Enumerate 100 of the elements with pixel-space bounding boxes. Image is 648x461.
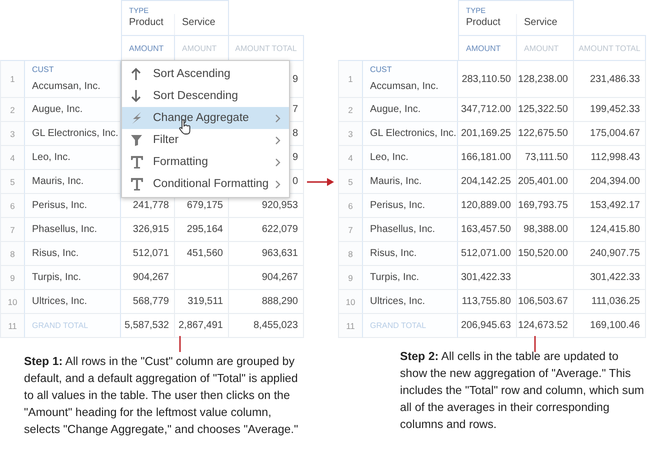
table-cell: 568,779	[121, 290, 175, 314]
table-cell: Turpis, Inc.	[362, 266, 458, 290]
table-cell: 5,587,532	[121, 314, 175, 338]
table-cell: 205,401.00	[517, 170, 574, 194]
row-number: 4	[0, 146, 24, 170]
table-cell: 169,793.75	[517, 194, 574, 218]
table-cell: 347,712.00	[458, 98, 517, 122]
row-number: 8	[0, 242, 24, 266]
row-number: 7	[0, 218, 24, 242]
table-cell: 113,755.80	[458, 290, 517, 314]
table-cell: Risus, Inc.	[24, 242, 121, 266]
row-number: 2	[338, 98, 362, 122]
table-cell: 169,100.46	[574, 314, 646, 338]
row-number: 5	[0, 170, 24, 194]
table-cell: 319,511	[175, 290, 229, 314]
table-cell: 512,071	[121, 242, 175, 266]
customer-name: Accumsan, Inc.	[32, 81, 100, 92]
table-cell: 301,422.33	[458, 266, 517, 290]
table-cell: 73,111.50	[517, 146, 574, 170]
table-cell: 150,520.00	[517, 242, 574, 266]
table-cell: Perisus, Inc.	[24, 194, 121, 218]
row-group-label: CUST	[370, 65, 392, 74]
customer-name: Accumsan, Inc.	[370, 81, 438, 92]
table-cell: Ultrices, Inc.	[362, 290, 458, 314]
arrow	[307, 177, 335, 187]
table-cell: 106,503.67	[517, 290, 574, 314]
row-number: 1	[338, 60, 362, 98]
table-cell: 199,452.33	[574, 98, 646, 122]
table-cell: 301,422.33	[574, 266, 646, 290]
table-cell: 904,267	[229, 266, 304, 290]
row-number: 8	[338, 242, 362, 266]
row-number: 6	[0, 194, 24, 218]
table-cell: 326,915	[121, 218, 175, 242]
table-cell: Risus, Inc.	[362, 242, 458, 266]
table-cell: Ultrices, Inc.	[24, 290, 121, 314]
table-cell: 2,867,491	[175, 314, 229, 338]
table-cell: 122,675.50	[517, 122, 574, 146]
table-cell: 153,492.17	[574, 194, 646, 218]
table-cell: 175,004.67	[574, 122, 646, 146]
column-header[interactable]: AMOUNT	[458, 35, 517, 60]
table-cell: 125,322.50	[517, 98, 574, 122]
table-cell: Turpis, Inc.	[24, 266, 121, 290]
table-cell: 240,907.75	[574, 242, 646, 266]
table-cell: 98,388.00	[517, 218, 574, 242]
table-cell: Mauris, Inc.	[362, 170, 458, 194]
table-cell: 283,110.50	[458, 60, 517, 98]
table-cell: Leo, Inc.	[24, 146, 121, 170]
row-number: 3	[0, 122, 24, 146]
table-cell: 963,631	[229, 242, 304, 266]
table-cell: Augue, Inc.	[24, 98, 121, 122]
table-cell: 295,164	[175, 218, 229, 242]
grand-total-label: GRAND TOTAL	[362, 314, 458, 338]
text-icon	[130, 155, 144, 169]
table-cell: 120,889.00	[458, 194, 517, 218]
funnel-icon	[130, 133, 144, 147]
table-cell: Leo, Inc.	[362, 146, 458, 170]
row-number: 10	[0, 290, 24, 314]
table-cell: 231,486.33	[574, 60, 646, 98]
table-cell: 512,071.00	[458, 242, 517, 266]
table-cell: Phasellus, Inc.	[24, 218, 121, 242]
row-number: 9	[0, 266, 24, 290]
table-cell: 163,457.50	[458, 218, 517, 242]
table-cell: Perisus, Inc.	[362, 194, 458, 218]
table-cell: 904,267	[121, 266, 175, 290]
table-cell: 112,998.43	[574, 146, 646, 170]
table-cell: 204,394.00	[574, 170, 646, 194]
table-cell: GL Electronics, Inc.	[362, 122, 458, 146]
column-header: Product	[121, 14, 175, 35]
row-number: 4	[338, 146, 362, 170]
table-cell: 166,181.00	[458, 146, 517, 170]
column-header: Product	[458, 14, 517, 35]
table-cell: Augue, Inc.	[362, 98, 458, 122]
table-cell: 124,415.80	[574, 218, 646, 242]
table-cell: 888,290	[229, 290, 304, 314]
grand-total-label: GRAND TOTAL	[24, 314, 121, 338]
row-number: 11	[338, 314, 362, 338]
row-number: 3	[338, 122, 362, 146]
row-group-label: CUST	[32, 65, 54, 74]
step-description: Step 1: All rows in the "Cust" column are grouped by default, and a default aggregation of "Total" is applied to all values in the table. The user then clicks on the "Amount" heading for the leftmost value column, selects "Change Aggregate," and chooses "Average."	[24, 354, 300, 438]
table-cell: 451,560	[175, 242, 229, 266]
step-description: Step 2: All cells in the table are updated to show the new aggregation of "Average." This includes the "Total" row and column, which sum all of the averages in their corresponding columns and rows.	[400, 349, 646, 433]
row-number: 6	[338, 194, 362, 218]
table-cell: 8,455,023	[229, 314, 304, 338]
row-number: 1	[0, 60, 24, 98]
row-number: 2	[0, 98, 24, 122]
table-cell: 201,169.25	[458, 122, 517, 146]
row-number: 5	[338, 170, 362, 194]
table-cell: 111,036.25	[574, 290, 646, 314]
table-cell: 204,142.25	[458, 170, 517, 194]
table-cell: GL Electronics, Inc.	[24, 122, 121, 146]
row-number: 10	[338, 290, 362, 314]
text-icon	[130, 177, 144, 191]
table-cell: 206,945.63	[458, 314, 517, 338]
table-cell: 124,673.52	[517, 314, 574, 338]
table-cell: Mauris, Inc.	[24, 170, 121, 194]
leader-line	[179, 336, 181, 352]
row-number: 9	[338, 266, 362, 290]
column-header: Service	[175, 14, 229, 35]
leader-line	[534, 336, 536, 352]
row-number: 11	[0, 314, 24, 338]
